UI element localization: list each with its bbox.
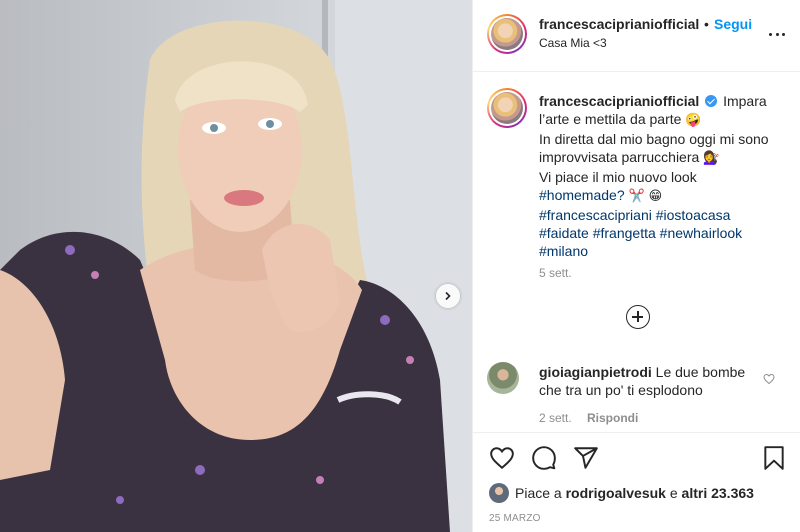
caption-line-2: In diretta dal mio bagno oggi mi sono im… xyxy=(539,131,769,165)
hashtag-frangetta[interactable]: #frangetta xyxy=(593,225,656,241)
caption-username-link[interactable]: francescaciprianiofficial xyxy=(539,93,699,109)
hashtag-iostoacasa[interactable]: #iostoacasa xyxy=(656,207,731,223)
caption-text: francescaciprianiofficial Impara l’arte … xyxy=(539,92,789,260)
liker-username-link[interactable]: rodrigoalvesuk xyxy=(566,485,666,501)
hashtag-faidate[interactable]: #faidate xyxy=(539,225,589,241)
caption-line-3: Vi piace il mio nuovo look xyxy=(539,169,697,185)
follow-button[interactable]: Segui xyxy=(714,16,752,32)
emoji-zany-face: 🤪 xyxy=(685,113,702,128)
likes-count-link[interactable]: altri 23.363 xyxy=(682,485,754,501)
emoji-grin: 😁 xyxy=(648,189,663,204)
post-detail-panel: francescaciprianiofficial • Segui Casa M… xyxy=(472,0,800,532)
author-avatar[interactable] xyxy=(487,14,527,54)
send-icon[interactable] xyxy=(573,445,599,471)
comment-text: gioiagianpietrodi Le due bombe che tra u… xyxy=(539,363,759,399)
reply-button[interactable]: Rispondi xyxy=(587,411,638,425)
likes-prefix: Piace a xyxy=(515,485,562,501)
verified-badge-icon xyxy=(705,95,718,107)
hashtag-milano[interactable]: #milano xyxy=(539,243,588,259)
post-date[interactable]: 25 MARZO xyxy=(489,513,541,524)
chevron-right-icon xyxy=(445,291,451,301)
more-options-icon[interactable] xyxy=(769,26,785,42)
commenter-avatar[interactable] xyxy=(487,362,519,394)
separator-dot: • xyxy=(704,16,709,32)
bookmark-icon[interactable] xyxy=(761,445,787,471)
comment-timestamp[interactable]: 2 sett. xyxy=(539,411,572,425)
comment-heart-icon[interactable] xyxy=(763,373,775,385)
load-more-comments-icon[interactable] xyxy=(626,305,650,329)
post-header: francescaciprianiofficial • Segui Casa M… xyxy=(473,0,800,72)
liker-avatar[interactable] xyxy=(489,483,509,503)
photo-woman-figure xyxy=(0,20,450,532)
comment-icon[interactable] xyxy=(531,445,557,471)
author-username-link[interactable]: francescaciprianiofficial xyxy=(539,16,699,32)
emoji-haircut: 💇‍♀️ xyxy=(703,151,720,166)
comment-item: gioiagianpietrodi Le due bombe che tra u… xyxy=(473,355,800,435)
hashtag-newhairlook[interactable]: #newhairlook xyxy=(660,225,743,241)
emoji-scissors: ✂️ xyxy=(628,189,645,204)
likes-middle: e xyxy=(669,485,678,501)
heart-icon[interactable] xyxy=(489,445,515,471)
post-image[interactable] xyxy=(0,0,472,532)
commenter-username-link[interactable]: gioiagianpietrodi xyxy=(539,364,652,380)
hashtag-francescacipriani[interactable]: #francescacipriani xyxy=(539,207,652,223)
caption-author-avatar[interactable] xyxy=(487,88,527,128)
next-image-button[interactable] xyxy=(436,284,460,308)
hashtag-homemade[interactable]: #homemade? xyxy=(539,187,625,203)
post-actions: Piace a rodrigoalvesuk e altri 23.363 25… xyxy=(473,432,800,532)
likes-summary: Piace a rodrigoalvesuk e altri 23.363 xyxy=(489,483,754,503)
caption-timestamp[interactable]: 5 sett. xyxy=(539,266,572,280)
location-link[interactable]: Casa Mia <3 xyxy=(539,36,607,50)
